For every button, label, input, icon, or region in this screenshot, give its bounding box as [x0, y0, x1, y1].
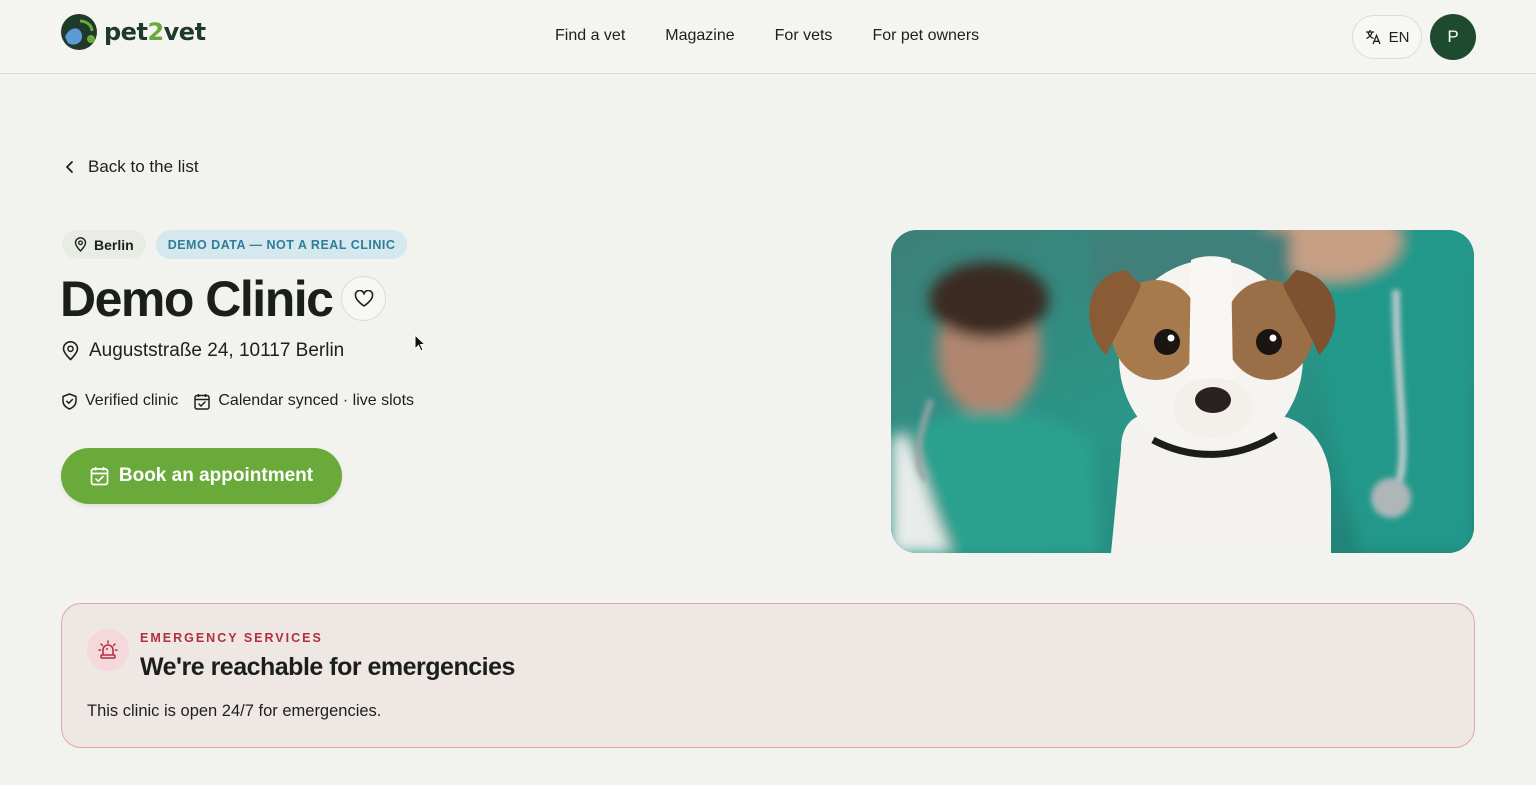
- clinic-badges: Verified clinic Calendar synced · live s…: [62, 392, 430, 410]
- city-tag: Berlin: [62, 230, 146, 259]
- calendar-check-icon: [194, 393, 211, 410]
- chevron-left-icon: [66, 161, 73, 173]
- map-pin-icon: [74, 237, 87, 252]
- language-button[interactable]: EN: [1352, 15, 1422, 59]
- nav-find-a-vet[interactable]: Find a vet: [555, 27, 625, 45]
- heart-icon: [354, 289, 373, 307]
- verified-badge: Verified clinic: [62, 392, 178, 410]
- calendar-check-icon: [90, 467, 109, 486]
- user-avatar[interactable]: P: [1430, 14, 1476, 60]
- mouse-cursor-icon: [414, 334, 426, 352]
- nav-for-vets[interactable]: For vets: [775, 27, 833, 45]
- address-text: Auguststraße 24, 10117 Berlin: [89, 340, 345, 361]
- book-appointment-label: Book an appointment: [118, 465, 314, 486]
- pet2vet-logo[interactable]: pet2vet: [60, 13, 206, 51]
- top-header: pet2vet Find a vet Magazine For vets For…: [0, 0, 1536, 74]
- favorite-button[interactable]: [341, 276, 386, 321]
- siren-icon: [98, 640, 118, 659]
- emergency-text: This clinic is open 24/7 for emergencies…: [87, 702, 382, 720]
- shield-check-icon: [62, 392, 77, 410]
- siren-icon-wrap: [87, 629, 129, 671]
- main-nav: Find a vet Magazine For vets For pet own…: [555, 27, 1019, 45]
- demo-data-badge: DEMO DATA — NOT A REAL CLINIC: [155, 230, 408, 259]
- verified-badge-label: Verified clinic: [85, 392, 179, 409]
- clinic-photo: [891, 230, 1474, 553]
- logo-text: pet2vet: [104, 18, 206, 46]
- nav-magazine[interactable]: Magazine: [665, 27, 734, 45]
- clinic-name: Demo Clinic: [60, 271, 334, 327]
- nav-for-pet-owners[interactable]: For pet owners: [872, 27, 979, 45]
- calendar-synced-label: Calendar synced · live slots: [218, 392, 415, 409]
- puppy-photo-image: [891, 230, 1474, 553]
- emergency-kicker: EMERGENCY SERVICES: [140, 631, 323, 645]
- language-label: EN: [1388, 28, 1410, 46]
- translate-icon: [1365, 30, 1381, 45]
- clinic-tags: Berlin DEMO DATA — NOT A REAL CLINIC: [62, 230, 408, 259]
- back-link-label: Back to the list: [88, 157, 199, 176]
- map-pin-icon: [62, 341, 79, 361]
- calendar-synced-badge: Calendar synced · live slots: [194, 392, 414, 410]
- logo-mark-icon: [61, 14, 97, 50]
- book-appointment-button[interactable]: Book an appointment: [61, 448, 342, 504]
- clinic-address: Auguststraße 24, 10117 Berlin: [62, 340, 344, 362]
- emergency-title: We're reachable for emergencies: [140, 653, 515, 681]
- emergency-card: EMERGENCY SERVICES We're reachable for e…: [61, 603, 1475, 748]
- back-to-list-link[interactable]: Back to the list: [64, 157, 199, 177]
- city-label: Berlin: [94, 236, 134, 253]
